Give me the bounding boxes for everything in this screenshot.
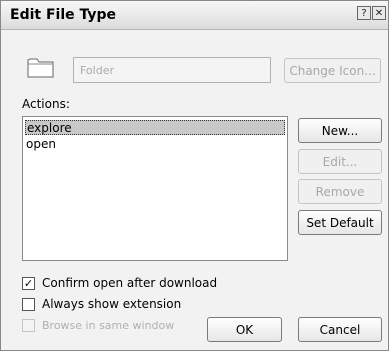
remove-action-button[interactable]: Remove [298,179,382,204]
set-default-button[interactable]: Set Default [298,210,382,235]
browse-same-window-label[interactable]: Browse in same window [42,319,174,332]
ok-button[interactable]: OK [207,317,282,342]
actions-list[interactable]: explore open [22,116,288,261]
title-bar[interactable]: Edit File Type ? ✕ [1,1,388,30]
confirm-open-label[interactable]: Confirm open after download [42,276,217,290]
actions-label: Actions: [22,97,70,111]
edit-action-button[interactable]: Edit... [298,149,382,174]
folder-icon [27,55,55,83]
always-show-extension-checkbox[interactable] [22,298,35,311]
help-button[interactable]: ? [357,6,371,20]
change-icon-button[interactable]: Change Icon... [284,58,381,83]
browse-same-window-checkbox[interactable] [22,319,35,332]
dialog-title: Edit File Type [10,7,117,23]
cancel-button[interactable]: Cancel [298,317,382,342]
edit-file-type-dialog: Edit File Type ? ✕ Folder Change Icon...… [0,0,389,351]
list-item-explore[interactable]: explore [25,120,285,135]
close-button[interactable]: ✕ [372,6,386,20]
new-action-button[interactable]: New... [298,118,382,143]
list-item-open[interactable]: open [25,137,285,152]
confirm-open-checkbox[interactable]: ✓ [22,277,35,290]
always-show-extension-label[interactable]: Always show extension [42,297,181,311]
file-type-name-field[interactable]: Folder [73,57,271,83]
